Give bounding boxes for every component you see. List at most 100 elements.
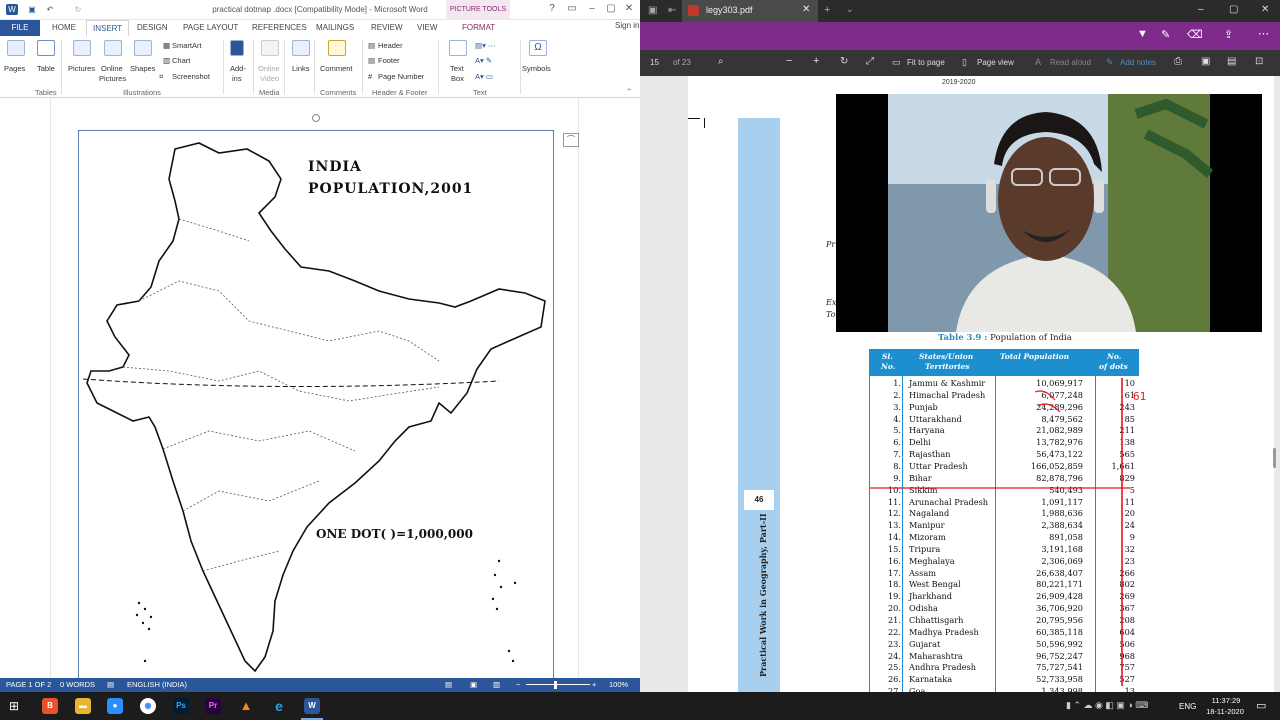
read-mode-icon[interactable]: ▤ [445, 680, 452, 689]
tab-review[interactable]: REVIEW [371, 23, 403, 32]
zoom-icon[interactable]: ● [107, 698, 123, 714]
zoom-in-pdf-icon[interactable]: + [813, 55, 819, 67]
read-aloud-button[interactable]: Read aloud [1050, 58, 1091, 67]
system-tray-icons[interactable]: ▮ ⌃ ☁ ◉ ◧ ▣ ◑ ⌨ [1066, 700, 1148, 711]
print-icon[interactable]: ⎙ [1174, 56, 1182, 67]
tab-page-layout[interactable]: PAGE LAYOUT [183, 23, 238, 32]
chrome-icon[interactable]: ◉ [140, 698, 156, 714]
pin-toolbar-icon[interactable]: ⊡ [1255, 56, 1263, 67]
fit-to-page-button[interactable]: Fit to page [907, 58, 945, 67]
print-layout-icon[interactable]: ▣ [470, 680, 477, 689]
shapes-button[interactable]: Shapes [130, 64, 155, 73]
word-taskbar-icon[interactable]: W [304, 698, 320, 714]
dropcap-icon[interactable]: A▾ ▭ [475, 72, 493, 81]
browser-close-icon[interactable]: ✕ [1261, 4, 1269, 15]
rotate-handle[interactable] [312, 114, 320, 122]
screenshot-button[interactable]: Screenshot [172, 72, 210, 81]
zoom-out-icon[interactable]: − [516, 680, 520, 689]
save-pdf-icon[interactable]: ▣ [1201, 56, 1210, 67]
share-icon[interactable]: ⇪ [1224, 28, 1233, 41]
pages-button[interactable]: Pages [4, 64, 25, 73]
quick-parts-icon[interactable]: ▤▾ ⋯ [475, 41, 495, 50]
wordart-icon[interactable]: A▾ ✎ [475, 56, 492, 65]
help-icon[interactable]: ? [545, 2, 559, 16]
zoom-slider[interactable] [526, 684, 590, 685]
current-page[interactable]: 15 [650, 58, 659, 67]
zoom-out-pdf-icon[interactable]: − [786, 55, 792, 67]
collapse-ribbon-icon[interactable]: ⌃ [626, 87, 632, 96]
comment-button[interactable]: Comment [320, 64, 353, 73]
rotate-icon[interactable]: ↻ [840, 56, 848, 67]
tab-file[interactable]: FILE [0, 20, 40, 36]
edge-icon[interactable]: e [271, 698, 287, 714]
start-icon[interactable]: ⊞ [9, 699, 19, 713]
tab-mailings[interactable]: MAILINGS [316, 23, 354, 32]
brave-icon[interactable]: B [42, 698, 58, 714]
smartart-button[interactable]: SmartArt [172, 41, 202, 50]
online-video-button[interactable]: Online [258, 64, 280, 73]
chart-button[interactable]: Chart [172, 56, 190, 65]
draw-icon[interactable]: ✎ [1161, 28, 1170, 41]
tab-references[interactable]: REFERENCES [252, 23, 307, 32]
photoshop-icon[interactable]: Ps [173, 698, 189, 714]
restore-icon[interactable]: ▢ [604, 2, 618, 16]
browser-maximize-icon[interactable]: ▢ [1229, 4, 1238, 15]
pdf-tab[interactable]: legy303.pdf ✕ [682, 0, 818, 22]
textbox-button[interactable]: Text [450, 64, 464, 73]
page-view-button[interactable]: Page view [977, 58, 1014, 67]
fullscreen-icon[interactable]: ⤢ [866, 56, 874, 67]
new-tab-icon[interactable]: + [824, 4, 830, 16]
links-button[interactable]: Links [292, 64, 310, 73]
map-picture[interactable] [78, 130, 554, 680]
proofing-icon[interactable]: ▤ [107, 680, 114, 689]
tab-home[interactable]: HOME [52, 23, 76, 32]
pdf-scrollbar[interactable] [1273, 448, 1276, 468]
word-count[interactable]: 0 WORDS [60, 680, 95, 689]
input-language[interactable]: ENG [1179, 702, 1196, 711]
page-number-button[interactable]: Page Number [378, 72, 424, 81]
web-layout-icon[interactable]: ▥ [493, 680, 500, 689]
header-button[interactable]: Header [378, 41, 403, 50]
tab-insert[interactable]: INSERT [86, 20, 130, 36]
browser-toolbar: ▼ ✎ ⌫ ⇪ ⋯ [640, 22, 1280, 50]
ribbon-display-icon[interactable]: ▭ [565, 2, 579, 16]
footer-button[interactable]: Footer [378, 56, 400, 65]
table-button[interactable]: Table [37, 64, 55, 73]
clock-time[interactable]: 11:37:29 [1208, 696, 1244, 705]
page-count[interactable]: PAGE 1 OF 2 [6, 680, 51, 689]
pictures-button[interactable]: Pictures [68, 64, 95, 73]
sign-in-link[interactable]: Sign in [615, 21, 639, 30]
menu-icon[interactable]: ⋯ [1258, 27, 1269, 40]
symbols-button[interactable]: Symbols [522, 64, 551, 73]
year-header: 2019-2020 [942, 79, 976, 86]
search-icon[interactable]: ⌕ [718, 56, 724, 67]
tab-actions-icon[interactable]: ▣ [648, 5, 657, 16]
tab-format[interactable]: FORMAT [462, 23, 495, 32]
addins-button[interactable]: Add- [230, 64, 246, 73]
layout-options-icon[interactable]: ⌒ [563, 133, 579, 147]
tab-back-icon[interactable]: ⇤ [668, 5, 676, 16]
online-pictures-button[interactable]: Online [101, 64, 123, 73]
browser-minimize-icon[interactable]: – [1198, 4, 1204, 15]
zoom-slider-thumb[interactable] [554, 681, 557, 689]
tab-design[interactable]: DESIGN [137, 23, 168, 32]
minimize-icon[interactable]: – [585, 2, 599, 16]
clock-date[interactable]: 18-11-2020 [1202, 707, 1248, 716]
erase-icon[interactable]: ⌫ [1187, 28, 1203, 41]
add-notes-button[interactable]: Add notes [1120, 58, 1156, 67]
notifications-icon[interactable]: ▭ [1256, 699, 1266, 712]
tab-close-icon[interactable]: ✕ [802, 4, 810, 15]
file-explorer-icon[interactable]: ▬ [75, 698, 91, 714]
zoom-level[interactable]: 100% [609, 680, 628, 689]
header-icon: ▤ [368, 41, 376, 50]
tab-list-icon[interactable]: ⌄ [846, 4, 854, 15]
close-icon[interactable]: ✕ [622, 2, 636, 16]
tab-view[interactable]: VIEW [417, 23, 437, 32]
vlc-icon[interactable]: ▲ [238, 698, 254, 714]
zoom-in-icon[interactable]: + [592, 680, 596, 689]
save-as-icon[interactable]: ▤ [1227, 56, 1236, 67]
language-status[interactable]: ENGLISH (INDIA) [127, 680, 187, 689]
highlight-icon[interactable]: ▼ [1137, 28, 1148, 40]
status-bar: PAGE 1 OF 2 0 WORDS ▤ ENGLISH (INDIA) ▤ … [0, 678, 640, 692]
premiere-icon[interactable]: Pr [205, 698, 221, 714]
